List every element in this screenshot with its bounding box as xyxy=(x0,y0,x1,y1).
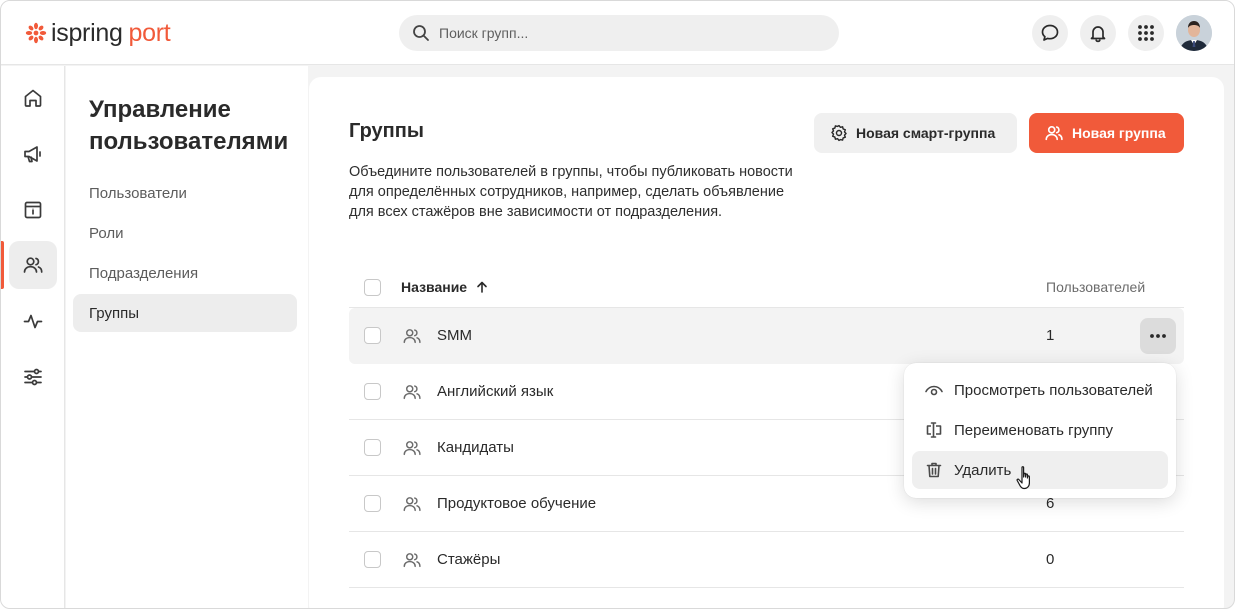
apps-button[interactable] xyxy=(1128,15,1164,51)
row-context-menu: Просмотреть пользователей Переименовать … xyxy=(904,363,1176,498)
ispring-logo-icon xyxy=(25,22,47,44)
group-name[interactable]: Кандидаты xyxy=(437,439,514,456)
new-group-button[interactable]: Новая группа xyxy=(1029,113,1184,153)
new-group-label: Новая группа xyxy=(1072,125,1166,141)
table-header: Название Пользователей xyxy=(349,265,1184,308)
nav-roles[interactable]: Роли xyxy=(73,214,297,252)
user-avatar[interactable] xyxy=(1176,15,1212,51)
home-icon xyxy=(24,89,42,107)
nav-groups[interactable]: Группы xyxy=(73,294,297,332)
chat-icon xyxy=(1041,24,1059,41)
row-checkbox[interactable] xyxy=(364,495,381,512)
top-bar: ispring port xyxy=(1,1,1234,65)
info-board-icon xyxy=(24,201,42,219)
nav-users[interactable]: Пользователи xyxy=(73,174,297,212)
new-smart-group-label: Новая смарт-группа xyxy=(856,125,996,141)
nav-departments[interactable]: Подразделения xyxy=(73,254,297,292)
menu-view-users-label: Просмотреть пользователей xyxy=(954,381,1153,399)
menu-rename-group[interactable]: Переименовать группу xyxy=(912,411,1168,449)
rail-info[interactable] xyxy=(9,186,57,234)
menu-delete-label: Удалить xyxy=(954,461,1012,479)
rail-settings[interactable] xyxy=(9,353,57,401)
group-icon xyxy=(403,329,421,344)
groups-panel: Группы Объедините пользователей в группы… xyxy=(309,77,1224,608)
more-dots-icon xyxy=(1150,334,1166,338)
bell-icon xyxy=(1090,26,1106,43)
users-icon xyxy=(1045,125,1063,141)
users-icon xyxy=(23,257,43,273)
section-nav: Управление пользователями Пользователи Р… xyxy=(66,66,308,608)
row-more-button[interactable] xyxy=(1140,318,1176,354)
row-checkbox[interactable] xyxy=(364,551,381,568)
menu-delete[interactable]: Удалить xyxy=(912,451,1168,489)
table-row[interactable]: SMM 1 xyxy=(349,308,1184,364)
apps-grid-icon xyxy=(1138,25,1154,41)
page-description: Объедините пользователей в группы, чтобы… xyxy=(349,164,793,220)
eye-icon xyxy=(925,385,943,396)
group-user-count: 1 xyxy=(1046,327,1055,344)
column-name-header[interactable]: Название xyxy=(401,279,489,295)
rename-icon xyxy=(926,422,942,438)
menu-rename-group-label: Переименовать группу xyxy=(954,421,1114,439)
page-title: Группы xyxy=(349,120,424,142)
rail-users[interactable] xyxy=(9,241,57,289)
column-users-header[interactable]: Пользователей xyxy=(1046,279,1145,295)
trash-icon xyxy=(926,462,942,478)
logo-text-ispring: ispring xyxy=(51,18,123,47)
hand-pointer-cursor-icon xyxy=(1016,466,1030,490)
group-icon xyxy=(403,385,421,400)
group-name[interactable]: Стажёры xyxy=(437,551,500,568)
settings-sliders-icon xyxy=(24,368,42,386)
sort-arrow-up-icon xyxy=(477,281,487,293)
avatar-image xyxy=(1176,15,1212,51)
rail-news[interactable] xyxy=(9,130,57,178)
group-icon xyxy=(403,497,421,512)
group-name[interactable]: SMM xyxy=(437,327,472,344)
rail-activity[interactable] xyxy=(9,297,57,345)
rail-active-indicator xyxy=(1,241,4,289)
logo[interactable]: ispring port xyxy=(25,18,171,47)
chat-button[interactable] xyxy=(1032,15,1068,51)
new-smart-group-button[interactable]: Новая смарт-группа xyxy=(814,113,1017,153)
search-icon xyxy=(413,25,429,41)
row-checkbox[interactable] xyxy=(364,383,381,400)
megaphone-icon xyxy=(24,146,41,163)
table-row[interactable]: Стажёры 0 xyxy=(349,532,1184,588)
group-name[interactable]: Английский язык xyxy=(437,383,553,400)
activity-icon xyxy=(23,314,43,329)
search-input[interactable] xyxy=(439,25,819,41)
select-all-checkbox[interactable] xyxy=(364,279,381,296)
row-checkbox[interactable] xyxy=(364,327,381,344)
group-name[interactable]: Продуктовое обучение xyxy=(437,495,596,512)
rail-home[interactable] xyxy=(9,74,57,122)
column-name-label: Название xyxy=(401,279,468,295)
notifications-button[interactable] xyxy=(1080,15,1116,51)
left-rail xyxy=(1,66,65,608)
group-icon xyxy=(403,441,421,456)
logo-text-port: port xyxy=(128,18,171,47)
section-title: Управление пользователями xyxy=(89,96,289,155)
group-user-count: 0 xyxy=(1046,551,1055,568)
search-bar[interactable] xyxy=(399,15,839,51)
gear-icon xyxy=(831,124,847,142)
menu-view-users[interactable]: Просмотреть пользователей xyxy=(912,371,1168,409)
row-checkbox[interactable] xyxy=(364,439,381,456)
app-window: ispring port Поиск групп... Управление п… xyxy=(0,0,1235,609)
group-icon xyxy=(403,553,421,568)
